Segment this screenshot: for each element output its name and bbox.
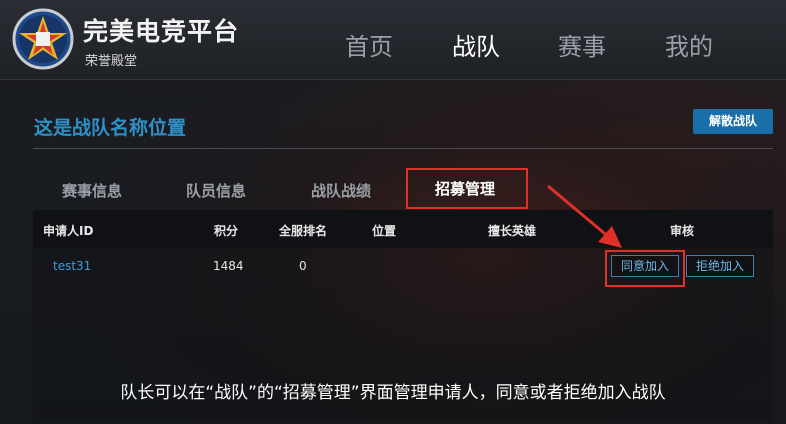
nav-events[interactable]: 赛事 bbox=[558, 27, 606, 62]
header-best-heroes: 擅长英雄 bbox=[488, 224, 537, 238]
divider bbox=[33, 148, 773, 149]
approve-highlight-box bbox=[605, 250, 685, 287]
caption-text: 队长可以在“战队”的“招募管理”界面管理申请人，同意或者拒绝加入战队 bbox=[120, 383, 666, 403]
brand-subtitle: 荣誉殿堂 bbox=[85, 54, 138, 69]
nav-mine[interactable]: 我的 bbox=[665, 27, 713, 62]
table-header bbox=[33, 210, 773, 248]
top-navigation-bar: 完美电竞平台 荣誉殿堂 首页 战队 赛事 我的 bbox=[0, 0, 786, 80]
tab-event-info[interactable]: 赛事信息 bbox=[62, 180, 122, 201]
header-points: 积分 bbox=[214, 224, 239, 238]
tab-highlight-box bbox=[406, 168, 528, 209]
header-applicant-id: 申请人ID bbox=[43, 224, 94, 238]
applicant-id-link[interactable]: test31 bbox=[53, 259, 91, 273]
header-server-rank: 全服排名 bbox=[279, 224, 328, 238]
team-name: 这是战队名称位置 bbox=[34, 117, 187, 139]
disband-team-button[interactable]: 解散战队 bbox=[693, 109, 773, 134]
header-position: 位置 bbox=[372, 224, 397, 238]
applicant-points: 1484 bbox=[213, 259, 244, 273]
header-review: 审核 bbox=[670, 224, 695, 238]
applicant-rank: 0 bbox=[299, 259, 307, 273]
pointer-arrow-icon bbox=[547, 184, 622, 248]
tab-team-record[interactable]: 战队战绩 bbox=[311, 180, 371, 201]
reject-button[interactable]: 拒绝加入 bbox=[686, 255, 754, 277]
nav-home[interactable]: 首页 bbox=[345, 27, 393, 62]
tab-member-info[interactable]: 队员信息 bbox=[186, 180, 246, 201]
brand-title: 完美电竞平台 bbox=[83, 17, 240, 46]
star-logo-icon bbox=[12, 8, 74, 70]
nav-team[interactable]: 战队 bbox=[452, 27, 500, 62]
